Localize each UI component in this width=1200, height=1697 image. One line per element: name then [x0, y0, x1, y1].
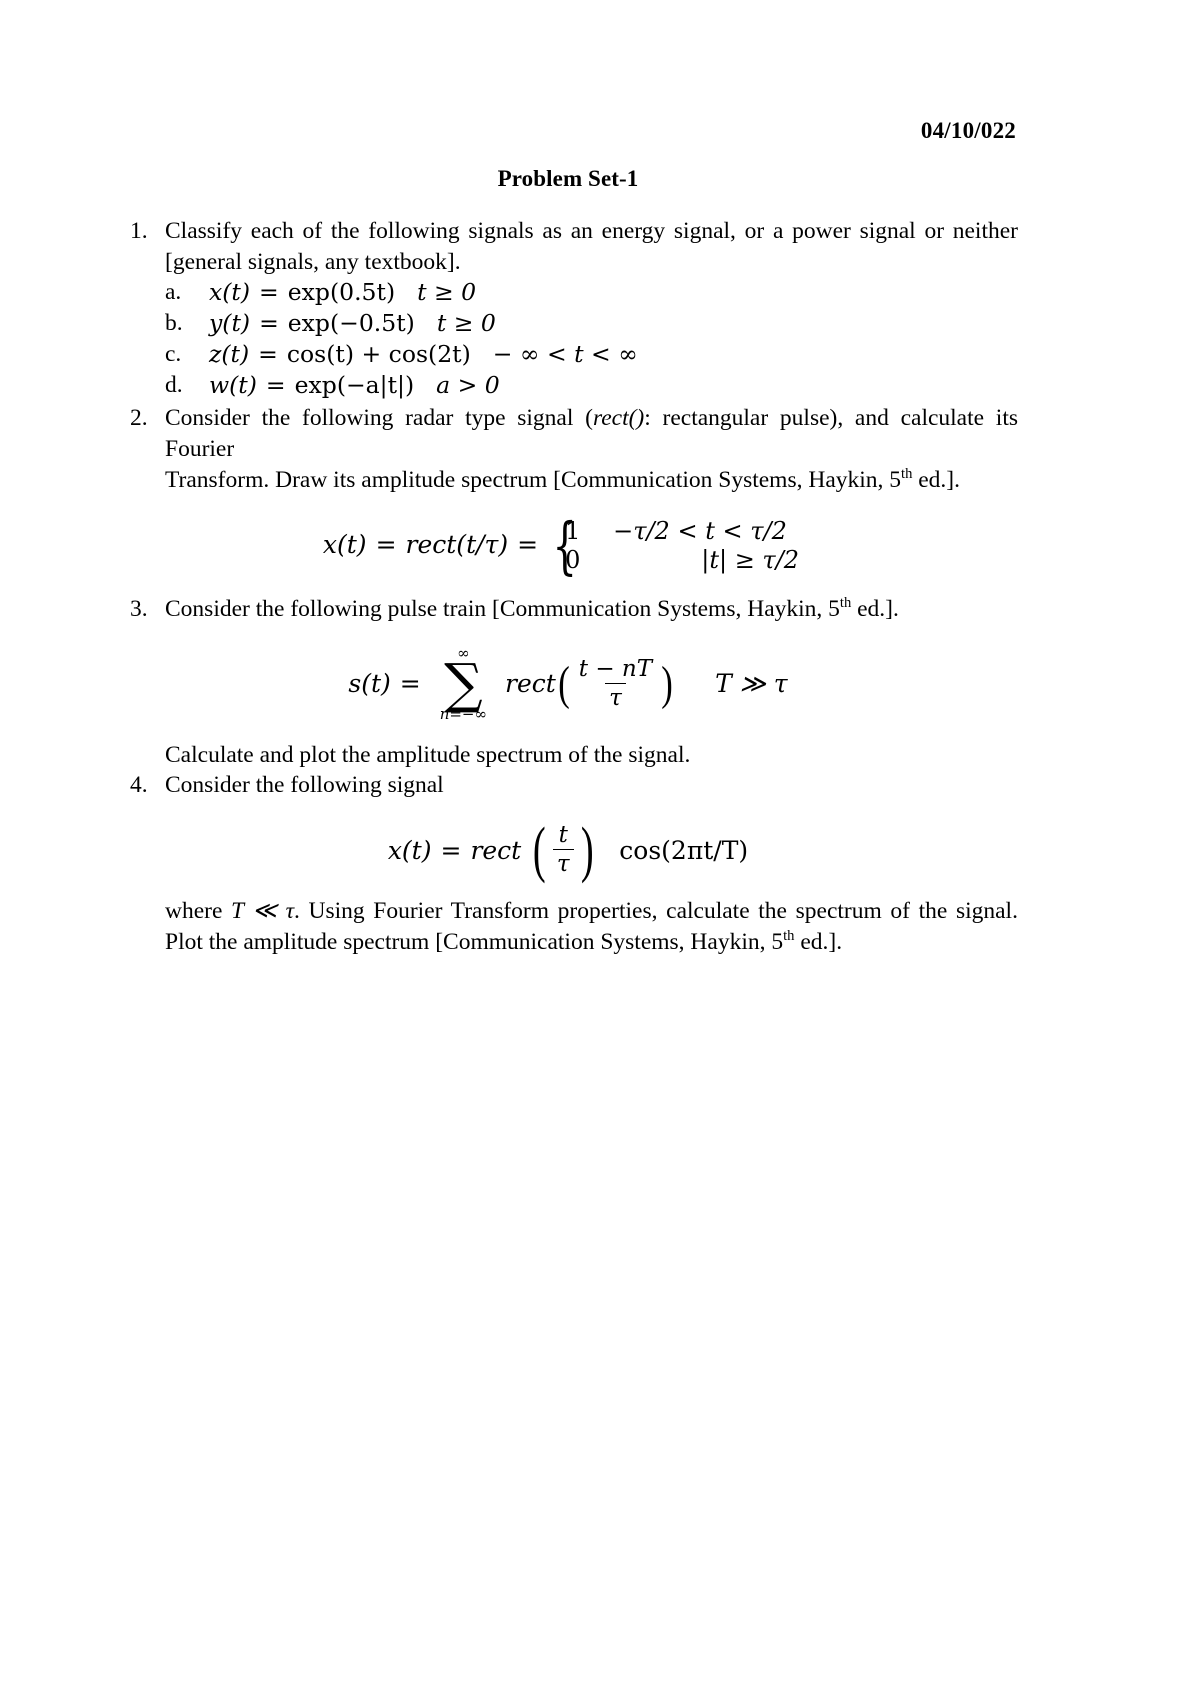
problem-item-3: 3. Consider the following pulse train [C…	[118, 594, 1018, 625]
eq3-equals: =	[399, 669, 421, 699]
problem-4-ordinal: th	[783, 927, 795, 944]
problem-2-line2-pre: Transform. Draw its amplitude spectrum […	[165, 466, 902, 493]
document-content: 04/10/022 Problem Set-1 1. Classify each…	[118, 118, 1018, 958]
eq2-equals-1: =	[375, 529, 397, 559]
subitem-d: d. w(t) = exp(−a|t|) a > 0	[165, 370, 1018, 401]
problem-1-subitems: a. x(t) = exp(0.5t) t ≥ 0 b. y(t) = exp(−0.5t…	[165, 277, 1018, 401]
problem-4-closing-line-2: Plot the amplitude spectrum [Communicati…	[165, 927, 1018, 958]
eq4-numerator: t	[558, 821, 568, 848]
problem-4-closing: where T ≪ τ. Using Fourier Transform pro…	[118, 896, 1018, 958]
eq4-denominator: τ	[552, 849, 574, 877]
eq3-condition: T ≫ τ	[715, 669, 788, 699]
eq4-cosine-term: cos(2πt/T)	[619, 835, 749, 865]
problem-list: 1. Classify each of the following signal…	[118, 216, 1018, 958]
problem-4-closing-math: T ≪ τ	[231, 897, 294, 924]
problem-number-3: 3.	[130, 595, 148, 622]
eq2-case-row-1: 1 −τ/2 < t < τ/2	[565, 517, 813, 546]
problem-4-closing-line-1: where T ≪ τ. Using Fourier Transform pro…	[165, 896, 1018, 927]
problem-item-4: 4. Consider the following signal	[118, 770, 1018, 801]
eq3-numerator: t − nT	[578, 655, 653, 682]
problem-2-line2-post: ed.].	[912, 466, 961, 493]
subitem-c-expression: z(t) = cos(t) + cos(2t) − ∞ < t < ∞	[209, 340, 638, 369]
equation-rect-definition: x(t) = rect(t/τ) = {1 −τ/2 < t < τ/2 0 |t| ≥ τ/…	[118, 509, 1018, 583]
eq3-denominator: τ	[605, 682, 626, 711]
equation-pulse-train: s(t) = ∞ ∑ n=−∞ rect ( t − nT τ ) T ≫ τ	[118, 646, 1018, 722]
equation-modulated-rect: x(t) = rect ( t τ ) cos(2πt/T)	[118, 815, 1018, 884]
problem-3-line1-post: ed.].	[851, 595, 899, 622]
eq3-lhs: s(t)	[348, 669, 391, 699]
eq4-equals: =	[440, 835, 462, 865]
eq2-rect: rect(t/τ)	[405, 529, 509, 559]
problem-number-4: 4.	[130, 772, 148, 799]
right-paren-icon: )	[661, 656, 673, 710]
problem-2-text-pre: Consider the following radar type signal…	[165, 405, 593, 432]
eq2-equals-2: =	[517, 529, 539, 559]
problem-3-line1-pre: Consider the following pulse train [Comm…	[165, 595, 840, 622]
subitem-a-label: a.	[165, 279, 182, 306]
subitem-c-label: c.	[165, 341, 182, 368]
subitem-b-expression: y(t) = exp(−0.5t) t ≥ 0	[209, 309, 496, 338]
eq3-rect-func: rect	[505, 669, 556, 699]
eq4-fraction: t τ	[552, 821, 574, 878]
document-page: 04/10/022 Problem Set-1 1. Classify each…	[0, 0, 1200, 1697]
problem-number-1: 1.	[130, 218, 148, 244]
subitem-b: b. y(t) = exp(−0.5t) t ≥ 0	[165, 308, 1018, 339]
problem-4-closing-line2-pre: Plot the amplitude spectrum [Communicati…	[165, 928, 784, 955]
left-brace-icon: {	[552, 509, 578, 583]
subitem-d-label: d.	[165, 372, 183, 399]
page-title: Problem Set-1	[497, 166, 639, 191]
problem-2-ordinal: th	[901, 465, 913, 482]
problem-4-closing-line2-post: ed.].	[794, 928, 843, 955]
subitem-a-expression: x(t) = exp(0.5t) t ≥ 0	[209, 278, 477, 307]
subitem-a: a. x(t) = exp(0.5t) t ≥ 0	[165, 277, 1018, 308]
eq4-lhs: x(t)	[387, 835, 432, 865]
right-paren-icon: )	[580, 815, 594, 884]
left-paren-icon: (	[533, 815, 546, 884]
eq3-fraction-group: ( t − nT τ )	[556, 655, 675, 712]
summation-symbol: ∞ ∑ n=−∞	[440, 646, 487, 722]
problem-4-closing-post: . Using Fourier Transform properties, ca…	[293, 897, 1018, 924]
problem-3-ordinal: th	[839, 594, 852, 611]
problem-number-2: 2.	[130, 405, 148, 432]
problem-4-closing-pre: where	[165, 897, 232, 924]
eq2-case1-condition: −τ/2 < t < τ/2	[613, 517, 787, 546]
document-date: 04/10/022	[920, 118, 1016, 143]
problem-2-line-2: Transform. Draw its amplitude spectrum […	[165, 465, 1018, 496]
left-paren-icon: (	[558, 656, 570, 710]
eq2-cases: {1 −τ/2 < t < τ/2 0 |t| ≥ τ/2	[547, 509, 813, 583]
subitem-d-expression: w(t) = exp(−a|t|) a > 0	[209, 371, 500, 400]
subitem-c: c. z(t) = cos(t) + cos(2t) − ∞ < t < ∞	[165, 339, 1018, 370]
sigma-icon: ∑	[444, 652, 483, 716]
eq2-case-row-2: 0 |t| ≥ τ/2	[565, 546, 813, 575]
eq2-case2-condition: |t| ≥ τ/2	[701, 546, 800, 575]
problem-2-line-1: Consider the following radar type signal…	[165, 403, 1018, 464]
problem-item-2: 2. Consider the following radar type sig…	[118, 403, 1018, 495]
problem-1-line-2: [general signals, any textbook].	[165, 248, 461, 275]
problem-3-followup: Calculate and plot the amplitude spectru…	[165, 741, 691, 768]
problem-2-rect-italic: rect()	[592, 405, 645, 432]
problem-3-line-1: Consider the following pulse train [Comm…	[165, 594, 1018, 625]
problem-1-line-1: Classify each of the following signals a…	[165, 218, 1018, 244]
summation-lower-limit: n=−∞	[439, 704, 487, 723]
eq4-rect-func: rect	[470, 835, 522, 865]
eq2-lhs: x(t)	[322, 529, 367, 559]
problem-4-line-1: Consider the following signal	[165, 772, 444, 799]
subitem-b-label: b.	[165, 310, 183, 337]
problem-item-1: 1. Classify each of the following signal…	[118, 216, 1018, 401]
eq3-fraction: t − nT τ	[575, 655, 656, 712]
